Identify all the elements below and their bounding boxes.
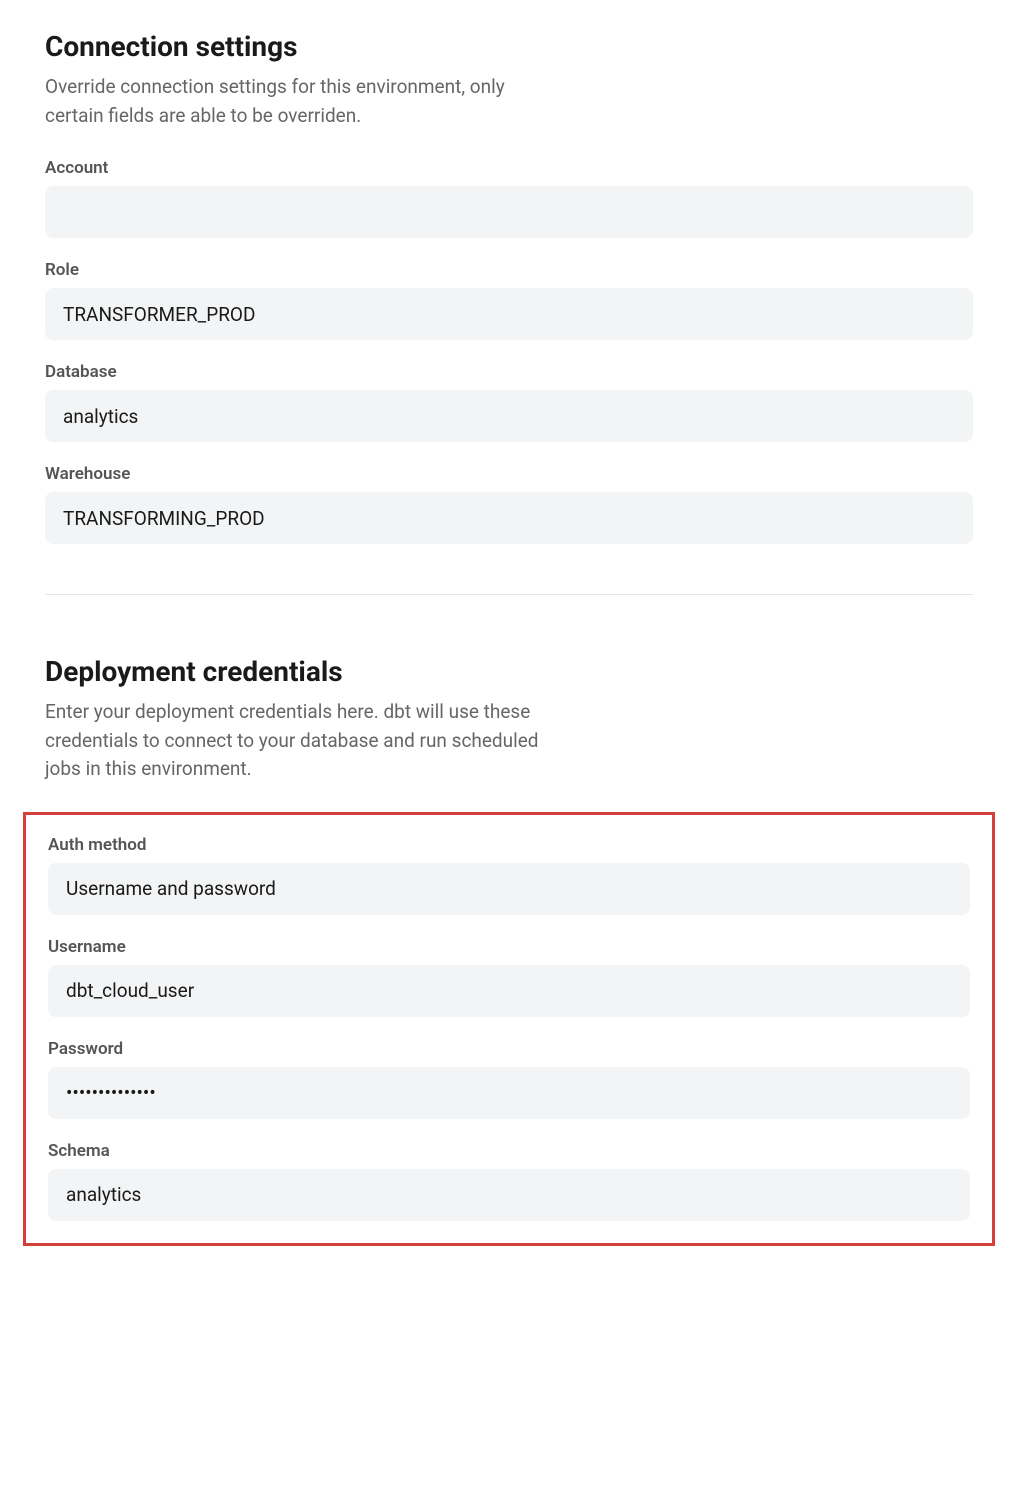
role-label: Role <box>45 260 973 280</box>
connection-settings-section: Connection settings Override connection … <box>45 30 973 544</box>
warehouse-input[interactable] <box>45 492 973 544</box>
warehouse-label: Warehouse <box>45 464 973 484</box>
role-field-group: Role <box>45 260 973 340</box>
password-label: Password <box>48 1039 970 1059</box>
account-label: Account <box>45 158 973 178</box>
database-field-group: Database <box>45 362 973 442</box>
password-field-group: Password <box>48 1039 970 1119</box>
account-field-group: Account <box>45 158 973 238</box>
deployment-credentials-section: Deployment credentials Enter your deploy… <box>45 655 973 1246</box>
database-input[interactable] <box>45 390 973 442</box>
schema-label: Schema <box>48 1141 970 1161</box>
deployment-credentials-title: Deployment credentials <box>45 655 973 688</box>
deployment-credentials-description: Enter your deployment credentials here. … <box>45 698 545 784</box>
auth-method-input[interactable] <box>48 863 970 915</box>
account-input[interactable] <box>45 186 973 238</box>
auth-method-label: Auth method <box>48 835 970 855</box>
schema-input[interactable] <box>48 1169 970 1221</box>
username-label: Username <box>48 937 970 957</box>
password-input[interactable] <box>48 1067 970 1119</box>
credentials-highlight-box: Auth method Username Password Schema <box>23 812 995 1246</box>
username-input[interactable] <box>48 965 970 1017</box>
connection-settings-description: Override connection settings for this en… <box>45 73 545 130</box>
warehouse-field-group: Warehouse <box>45 464 973 544</box>
role-input[interactable] <box>45 288 973 340</box>
connection-settings-title: Connection settings <box>45 30 973 63</box>
section-divider <box>45 594 973 595</box>
auth-method-field-group: Auth method <box>48 835 970 915</box>
schema-field-group: Schema <box>48 1141 970 1221</box>
database-label: Database <box>45 362 973 382</box>
username-field-group: Username <box>48 937 970 1017</box>
